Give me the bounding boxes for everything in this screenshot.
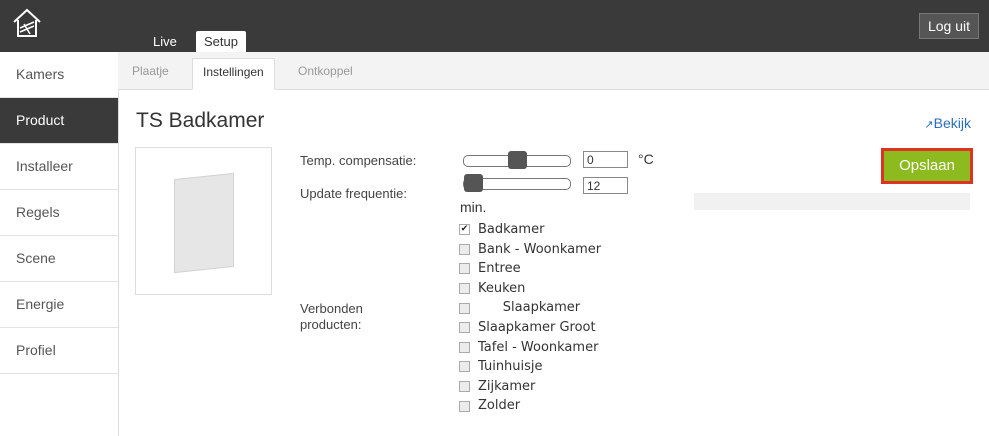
update-slider-handle[interactable] (464, 174, 483, 192)
linked-product-label: Entree (478, 261, 521, 277)
checkbox[interactable] (459, 283, 470, 295)
temp-compensation-input[interactable]: 0 (583, 151, 628, 168)
sidebar: Kamers Product Installeer Regels Scene E… (0, 52, 119, 436)
checkbox[interactable] (459, 302, 470, 314)
product-image (135, 147, 272, 295)
checkbox[interactable] (459, 381, 470, 393)
sidebar-item-profiel[interactable]: Profiel (0, 328, 118, 374)
linked-product-item[interactable]: Tafel - Woonkamer (459, 338, 601, 358)
sidebar-item-regels[interactable]: Regels (0, 190, 118, 236)
linked-product-item[interactable]: Entree (459, 259, 601, 279)
linked-product-label: Bank - Woonkamer (478, 241, 602, 257)
checkbox[interactable] (459, 263, 470, 275)
checkbox[interactable] (459, 400, 470, 412)
bekijk-link[interactable]: ↗Bekijk (924, 115, 971, 131)
bekijk-label: Bekijk (933, 115, 971, 131)
linked-product-label: Zijkamer (478, 378, 536, 394)
checkbox[interactable] (459, 322, 470, 334)
checkbox[interactable] (459, 361, 470, 373)
linked-product-label: Slaapkamer Groot (478, 319, 596, 335)
linked-product-item[interactable]: ✔ Badkamer (459, 220, 601, 240)
checkbox[interactable] (459, 341, 470, 353)
save-button[interactable]: Opslaan (881, 148, 973, 184)
linked-products-label: Verbonden producten: (300, 301, 363, 332)
tab-setup[interactable]: Setup (196, 31, 246, 52)
update-unit: min. (460, 199, 487, 215)
linked-product-label: Keuken (478, 280, 526, 296)
temp-unit: °C (638, 151, 654, 167)
temp-slider-handle[interactable] (507, 151, 527, 169)
update-frequency-input[interactable]: 12 (583, 177, 628, 194)
sidebar-item-kamers[interactable]: Kamers (0, 52, 118, 98)
checkbox[interactable] (459, 243, 470, 255)
linked-product-item[interactable]: Zolder (459, 396, 601, 416)
sidebar-item-energie[interactable]: Energie (0, 282, 118, 328)
tab-live[interactable]: Live (145, 31, 185, 52)
linked-product-label: Slaapkamer (478, 300, 581, 316)
page-title: TS Badkamer (136, 109, 265, 132)
subtab-bar: Plaatje Instellingen Ontkoppel (118, 52, 989, 90)
logout-button[interactable]: Log uit (918, 13, 979, 39)
linked-product-item[interactable]: Slaapkamer (459, 298, 601, 318)
sidebar-item-product[interactable]: Product (0, 98, 118, 144)
update-frequency-label: Update frequentie: (300, 186, 407, 201)
linked-product-item[interactable]: Zijkamer (459, 377, 601, 397)
save-button-label: Opslaan (884, 151, 970, 181)
linked-product-label: Zolder (478, 398, 521, 414)
tab-instellingen[interactable]: Instellingen (192, 58, 275, 90)
status-bar (694, 193, 970, 210)
tab-ontkoppel[interactable]: Ontkoppel (288, 58, 363, 88)
top-bar: Live Setup Log uit (0, 0, 989, 52)
update-frequency-slider[interactable] (463, 174, 571, 192)
sensor-device-image (174, 172, 234, 274)
linked-product-label: Tuinhuisje (478, 359, 543, 375)
sidebar-item-scene[interactable]: Scene (0, 236, 118, 282)
linked-products-list: ✔ Badkamer Bank - Woonkamer Entree Keuken Sl… (459, 220, 601, 416)
linked-product-item[interactable]: Tuinhuisje (459, 357, 601, 377)
external-link-icon: ↗ (924, 119, 934, 131)
linked-product-item[interactable]: Bank - Woonkamer (459, 240, 601, 260)
tab-plaatje[interactable]: Plaatje (122, 58, 179, 88)
sidebar-item-installeer[interactable]: Installeer (0, 144, 118, 190)
temp-compensation-slider[interactable] (463, 151, 571, 169)
linked-product-item[interactable]: Slaapkamer Groot (459, 318, 601, 338)
linked-product-label: Tafel - Woonkamer (478, 339, 599, 355)
temp-compensation-label: Temp. compensatie: (300, 153, 417, 168)
home-logo-icon[interactable] (10, 6, 44, 40)
checkbox[interactable]: ✔ (459, 224, 470, 236)
linked-product-item[interactable]: Keuken (459, 279, 601, 299)
linked-product-label: Badkamer (478, 222, 545, 237)
